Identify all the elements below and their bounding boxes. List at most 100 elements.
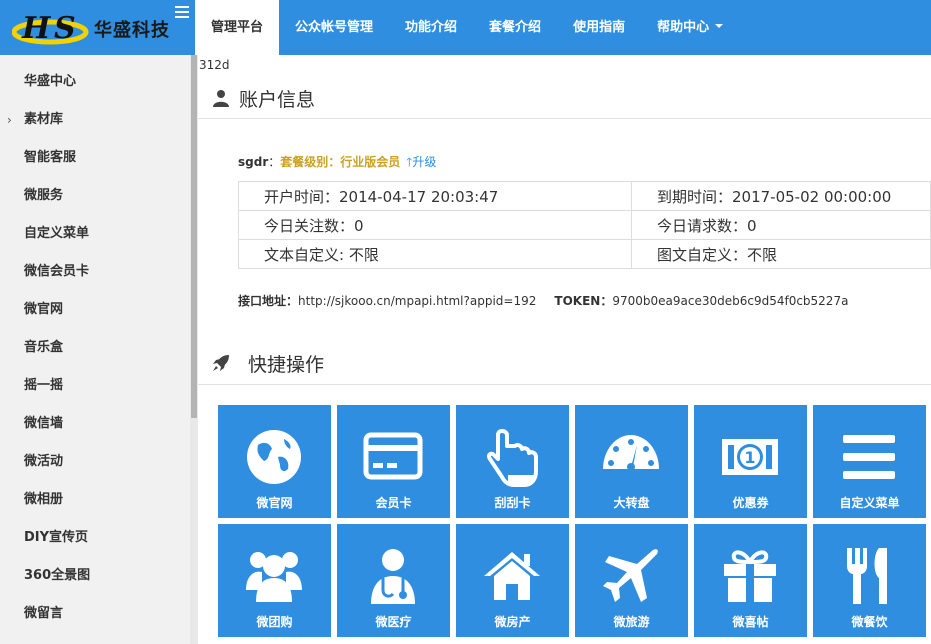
sidebar-item-activity[interactable]: 微活动 (0, 443, 190, 481)
tile-label: 自定义菜单 (839, 496, 900, 510)
sidebar-item-wechat-wall[interactable]: 微信墙 (0, 405, 190, 443)
nav-manage-platform[interactable]: 管理平台 (195, 0, 280, 55)
nav-guide[interactable]: 使用指南 (557, 0, 641, 55)
expire-time-cell: 到期时间：2017-05-02 00:00:00 (631, 181, 931, 211)
upgrade-link[interactable]: 🡑升级 (406, 155, 436, 169)
nav-account-manage[interactable]: 公众帐号管理 (279, 0, 389, 55)
banknote-icon: 1 (722, 439, 778, 475)
text-custom-cell: 文本自定义: 不限 (238, 239, 632, 269)
tile-invitation[interactable]: 微喜帖 (694, 524, 807, 637)
nav-features[interactable]: 功能介绍 (389, 0, 473, 55)
sidebar-item-message[interactable]: 微留言 (0, 595, 190, 633)
sidebar-item-smart-service[interactable]: 智能客服 (0, 139, 190, 177)
sidebar-item-label: 素材库 (24, 112, 64, 127)
sidebar-item-music-box[interactable]: 音乐盒 (0, 329, 190, 367)
tile-medical[interactable]: 微医疗 (337, 524, 450, 637)
user-icon (213, 90, 229, 107)
sidebar-item-materials[interactable]: › 素材库 (0, 101, 190, 139)
tile-label: 刮刮卡 (494, 496, 531, 510)
tile-catering[interactable]: 微餐饮 (813, 524, 926, 637)
tile-label: 微官网 (256, 496, 293, 510)
tile-scratch-card[interactable]: 刮刮卡 (456, 405, 569, 518)
tile-label: 微房产 (494, 615, 531, 629)
globe-icon (247, 430, 301, 484)
top-nav: 管理平台 公众帐号管理 功能介绍 套餐介绍 使用指南 帮助中心 (195, 0, 739, 55)
tile-real-estate[interactable]: 微房产 (456, 524, 569, 637)
sidebar-item-diy-page[interactable]: DIY宣传页 (0, 519, 190, 557)
sidebar-item-micro-site[interactable]: 微官网 (0, 291, 190, 329)
follow-today-cell: 今日关注数：0 (238, 210, 632, 240)
api-label: 接口地址： (238, 294, 299, 308)
package-level: 套餐级别：行业版会员 (280, 155, 401, 169)
doctor-icon (371, 549, 415, 604)
sidebar-item-member-card[interactable]: 微信会员卡 (0, 253, 190, 291)
news-custom-cell: 图文自定义：不限 (631, 239, 931, 269)
open-time-cell: 开户时间：2014-04-17 20:03:47 (238, 181, 632, 211)
card-icon (363, 432, 423, 480)
tile-group-buy[interactable]: 微团购 (218, 524, 331, 637)
hamburger-icon[interactable] (175, 6, 189, 18)
sidebar-scroll-thumb[interactable] (191, 55, 197, 418)
svg-text:S: S (54, 11, 76, 46)
top-bar: H S 华盛科技 管理平台 公众帐号管理 功能介绍 套餐介绍 使用指南 帮助中心 (0, 0, 931, 55)
group-icon (246, 552, 302, 602)
rocket-icon (213, 355, 229, 371)
table-row: 今日关注数：0 今日请求数：0 (238, 210, 931, 240)
logo[interactable]: H S 华盛科技 (0, 0, 195, 55)
main-content: 312d 账户信息 sgdr：套餐级别：行业版会员 🡑升级 开户时间：2014-… (198, 55, 931, 644)
nav-help-label: 帮助中心 (657, 20, 710, 35)
svg-text:1: 1 (744, 448, 755, 467)
api-url: http://sjkooo.cn/mpapi.html?appid=192 (298, 294, 537, 308)
sidebar-item-panorama[interactable]: 360全景图 (0, 557, 190, 595)
cutlery-icon (847, 548, 887, 604)
dashboard-icon (603, 435, 659, 471)
username: sgdr (238, 155, 269, 169)
token-label: TOKEN： (554, 294, 613, 308)
tile-custom-menu[interactable]: 自定义菜单 (813, 405, 926, 518)
tile-label: 大转盘 (613, 496, 650, 510)
account-title: 账户信息 (239, 89, 316, 111)
gift-icon (724, 550, 776, 602)
svg-text:H: H (21, 11, 52, 46)
nav-help-center[interactable]: 帮助中心 (641, 0, 739, 55)
tile-label: 微医疗 (375, 615, 412, 629)
sidebar-item-album[interactable]: 微相册 (0, 481, 190, 519)
tile-travel[interactable]: 微旅游 (575, 524, 688, 637)
chevron-down-icon (715, 23, 724, 28)
tile-big-wheel[interactable]: 大转盘 (575, 405, 688, 518)
menu-icon (843, 435, 895, 479)
upgrade-label: 升级 (412, 155, 437, 169)
colon-separator: ： (268, 155, 281, 169)
sidebar-item-custom-menu[interactable]: 自定义菜单 (0, 215, 190, 253)
sidebar: 华盛中心 › 素材库 智能客服 微服务 自定义菜单 微信会员卡 微官网 音乐盒 摇… (0, 55, 190, 644)
request-today-cell: 今日请求数：0 (631, 210, 931, 240)
api-info-line: 接口地址：http://sjkooo.cn/mpapi.html?appid=1… (238, 292, 848, 309)
account-level-line: sgdr：套餐级别：行业版会员 🡑升级 (238, 153, 436, 174)
account-section-header: 账户信息 (198, 77, 931, 119)
house-icon (484, 552, 540, 600)
brand-name: 华盛科技 (94, 20, 170, 41)
sidebar-item-micro-service[interactable]: 微服务 (0, 177, 190, 215)
table-row: 文本自定义: 不限 图文自定义：不限 (238, 239, 931, 269)
quick-actions-header: 快捷操作 (198, 341, 931, 385)
quick-actions-title: 快捷操作 (248, 354, 325, 376)
tile-label: 微喜帖 (732, 615, 769, 629)
account-info-table: 开户时间：2014-04-17 20:03:47 到期时间：2017-05-02… (238, 181, 931, 269)
tile-label: 会员卡 (375, 496, 412, 510)
token-value: 9700b0ea9ace30deb6c9d54f0cb5227a (612, 294, 849, 308)
table-row: 开户时间：2014-04-17 20:03:47 到期时间：2017-05-02… (238, 181, 931, 211)
page-crumb: 312d (199, 58, 230, 72)
tile-label: 优惠券 (732, 496, 769, 510)
nav-packages[interactable]: 套餐介绍 (473, 0, 557, 55)
sidebar-item-shake[interactable]: 摇一摇 (0, 367, 190, 405)
hand-pointer-icon (486, 429, 538, 487)
tile-label: 微旅游 (613, 615, 650, 629)
tile-micro-site[interactable]: 微官网 (218, 405, 331, 518)
tile-label: 微团购 (256, 615, 293, 629)
sidebar-item-center[interactable]: 华盛中心 (0, 63, 190, 101)
chevron-right-icon: › (7, 113, 12, 127)
tile-member-card[interactable]: 会员卡 (337, 405, 450, 518)
plane-icon (603, 549, 658, 602)
tile-coupon[interactable]: 1 优惠券 (694, 405, 807, 518)
tile-label: 微餐饮 (851, 615, 888, 629)
